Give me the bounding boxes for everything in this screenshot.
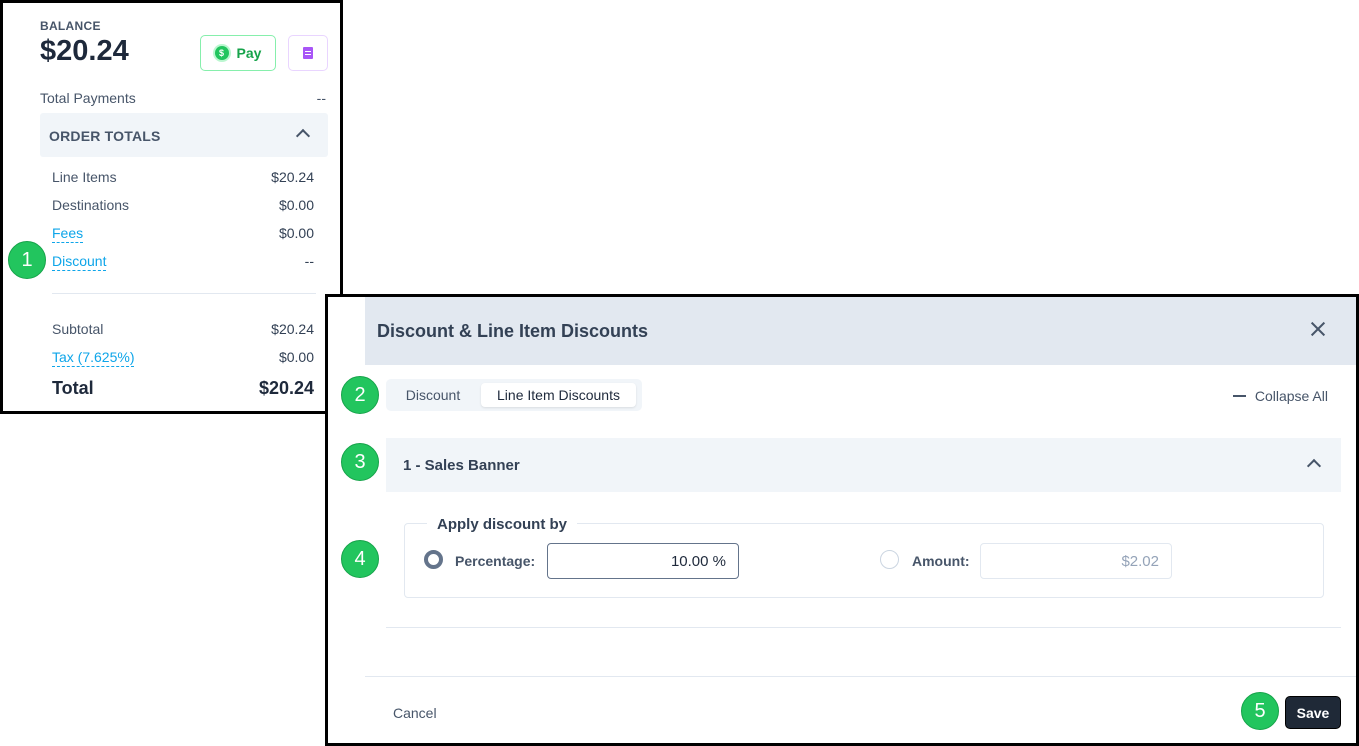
percentage-label: Percentage: [455,553,536,569]
balance-amount: $20.24 [40,35,129,67]
collapse-all-label: Collapse All [1254,388,1328,404]
collapse-all-button[interactable]: Collapse All [1232,388,1328,404]
order-totals-title: ORDER TOTALS [49,128,161,144]
close-icon[interactable] [1310,321,1326,337]
destinations-label: Destinations [52,197,130,213]
discount-value: -- [304,253,314,269]
discount-modal: Discount & Line Item Discounts Discount … [325,294,1359,746]
dollar-circle-icon: $ [214,46,229,60]
step-badge-1: 1 [8,241,46,279]
fees-value: $0.00 [278,225,314,241]
fees-link[interactable]: Fees [52,225,84,243]
total-label: Total [52,378,94,398]
step-badge-3: 3 [341,443,379,481]
balance-label: BALANCE [40,19,101,33]
step-badge-5: 5 [1241,692,1279,730]
modal-header: Discount & Line Item Discounts [365,297,1356,365]
subtotal-value: $20.24 [271,321,314,337]
chevron-up-icon[interactable] [295,128,311,144]
cancel-button[interactable]: Cancel [393,705,437,721]
tax-link[interactable]: Tax (7.625%) [52,349,135,367]
tab-line-item-discounts[interactable]: Line Item Discounts [481,383,636,407]
step-badge-4: 4 [341,540,379,578]
tax-value: $0.00 [278,349,314,365]
total-payments-value: -- [316,90,326,106]
chevron-up-icon[interactable] [1306,458,1322,474]
footer-divider [365,676,1356,677]
totals-divider [52,293,316,294]
accordion-divider [386,627,1341,628]
percentage-radio[interactable] [424,550,443,569]
minus-icon [1232,395,1246,397]
amount-input[interactable] [980,543,1172,579]
line-items-value: $20.24 [271,169,314,185]
line-item-title: 1 - Sales Banner [403,457,520,474]
pay-button-label: Pay [236,45,262,61]
invoice-button[interactable] [288,35,328,71]
save-button[interactable]: Save [1285,696,1341,729]
amount-radio[interactable] [880,550,899,569]
modal-title: Discount & Line Item Discounts [377,321,649,341]
total-payments-label: Total Payments [40,90,136,106]
discount-link[interactable]: Discount [52,253,107,271]
apply-discount-fieldset: Apply discount by Percentage: Amount: [404,516,1324,598]
pay-button[interactable]: $ Pay [200,35,276,71]
line-item-accordion-header[interactable]: 1 - Sales Banner [386,438,1341,492]
document-icon [303,47,313,59]
destinations-value: $0.00 [278,197,314,213]
tab-discount[interactable]: Discount [390,383,476,407]
total-value: $20.24 [258,378,314,398]
percentage-input[interactable] [547,543,739,579]
discount-tabs: Discount Line Item Discounts [386,379,642,411]
line-items-label: Line Items [52,169,117,185]
order-summary-panel: BALANCE $20.24 $ Pay Total Payments -- O… [0,0,343,414]
order-totals-header[interactable]: ORDER TOTALS [40,113,328,157]
step-badge-2: 2 [341,376,379,414]
subtotal-label: Subtotal [52,321,104,337]
amount-label: Amount: [912,553,970,569]
apply-discount-legend: Apply discount by [427,516,578,533]
